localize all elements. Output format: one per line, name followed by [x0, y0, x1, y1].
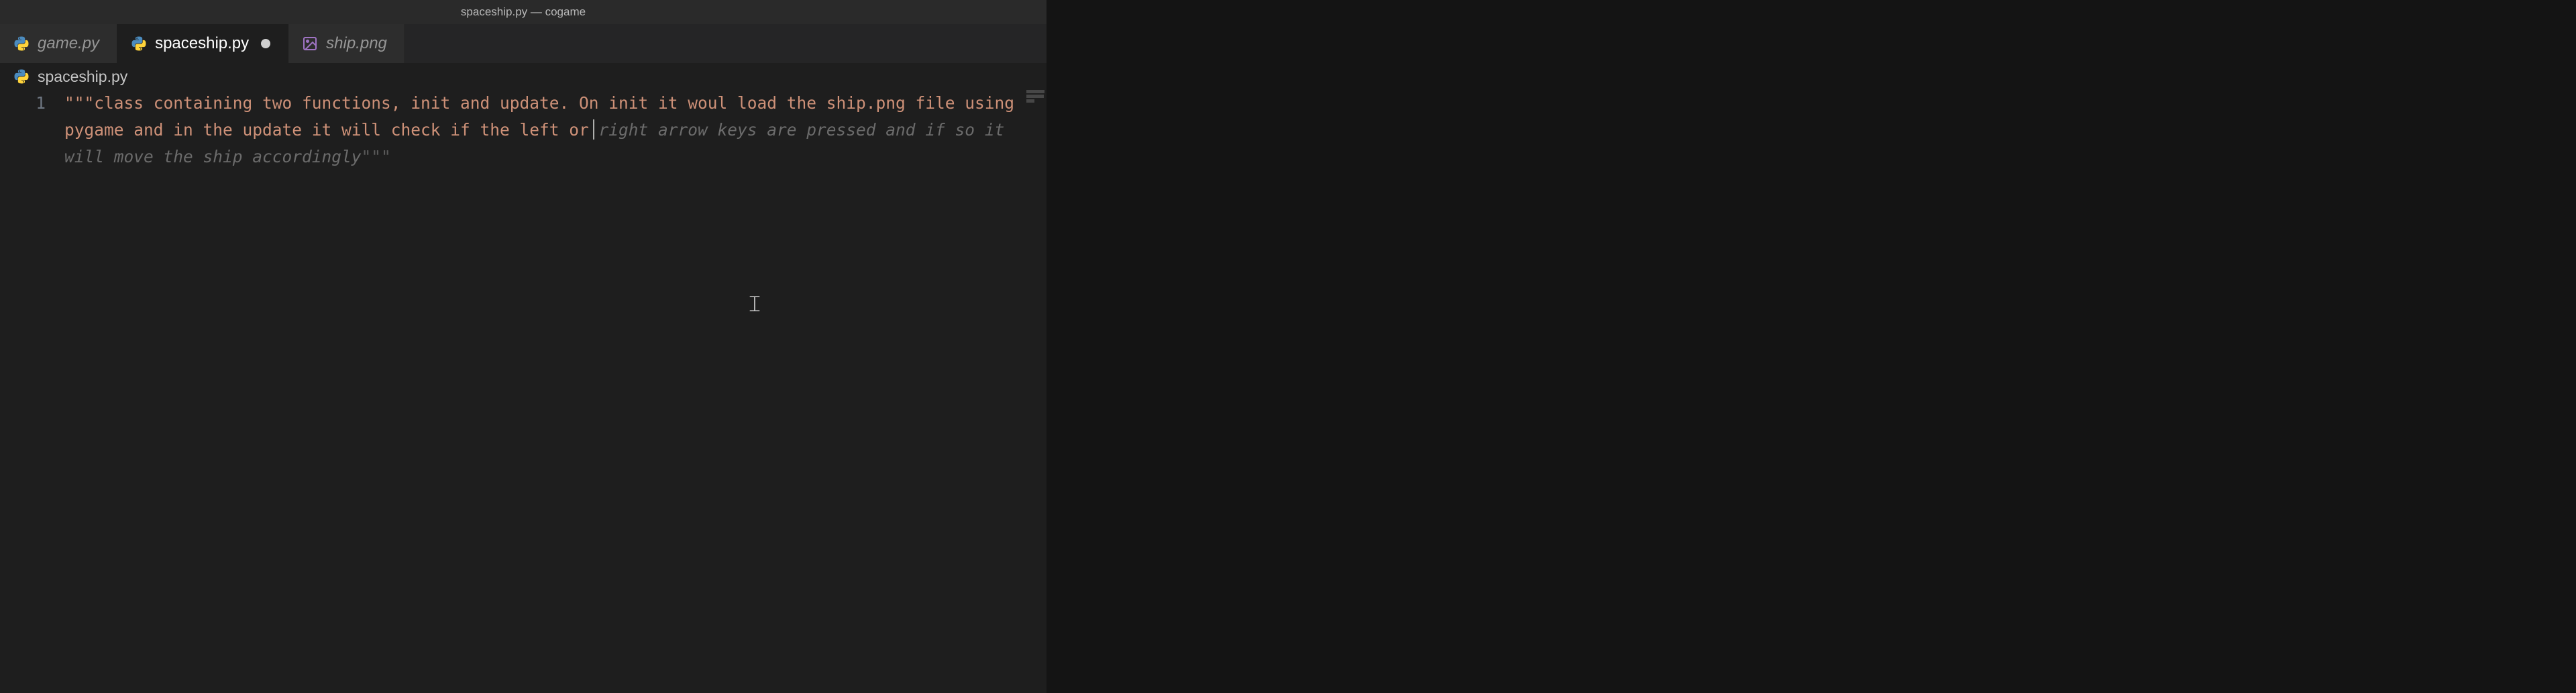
blank-region [1046, 0, 2576, 693]
tab-spaceship-py[interactable]: spaceship.py [117, 24, 288, 63]
python-icon [13, 36, 30, 52]
tab-ship-png[interactable]: ship.png [288, 24, 405, 63]
ibeam-mouse-cursor-icon: 𝙸 [747, 291, 763, 318]
tab-label: ship.png [326, 34, 387, 53]
minimap-line [1026, 95, 1044, 98]
window-title-text: spaceship.py — cogame [461, 5, 586, 19]
line-number-gutter: 1 [0, 90, 64, 693]
line-number: 1 [0, 90, 46, 117]
code-editor[interactable]: 1 """class containing two functions, ini… [0, 90, 1046, 693]
window-title: spaceship.py — cogame [0, 0, 1046, 24]
docstring-open: """ [64, 93, 94, 113]
tab-label: game.py [38, 34, 99, 53]
text-cursor-caret [593, 119, 594, 140]
dirty-indicator-icon [261, 39, 270, 48]
tab-bar: game.py spaceship.py ship.png [0, 24, 1046, 63]
minimap-line [1026, 90, 1044, 93]
python-icon [131, 36, 147, 52]
docstring-close: """ [362, 147, 391, 166]
minimap-line [1026, 99, 1034, 103]
breadcrumb-label: spaceship.py [38, 68, 127, 86]
tab-label: spaceship.py [155, 34, 249, 53]
tab-game-py[interactable]: game.py [0, 24, 117, 63]
code-content[interactable]: """class containing two functions, init … [64, 90, 1046, 693]
python-icon [13, 68, 30, 85]
minimap[interactable] [1026, 90, 1046, 123]
image-file-icon [302, 36, 318, 52]
breadcrumb[interactable]: spaceship.py [0, 63, 1046, 90]
